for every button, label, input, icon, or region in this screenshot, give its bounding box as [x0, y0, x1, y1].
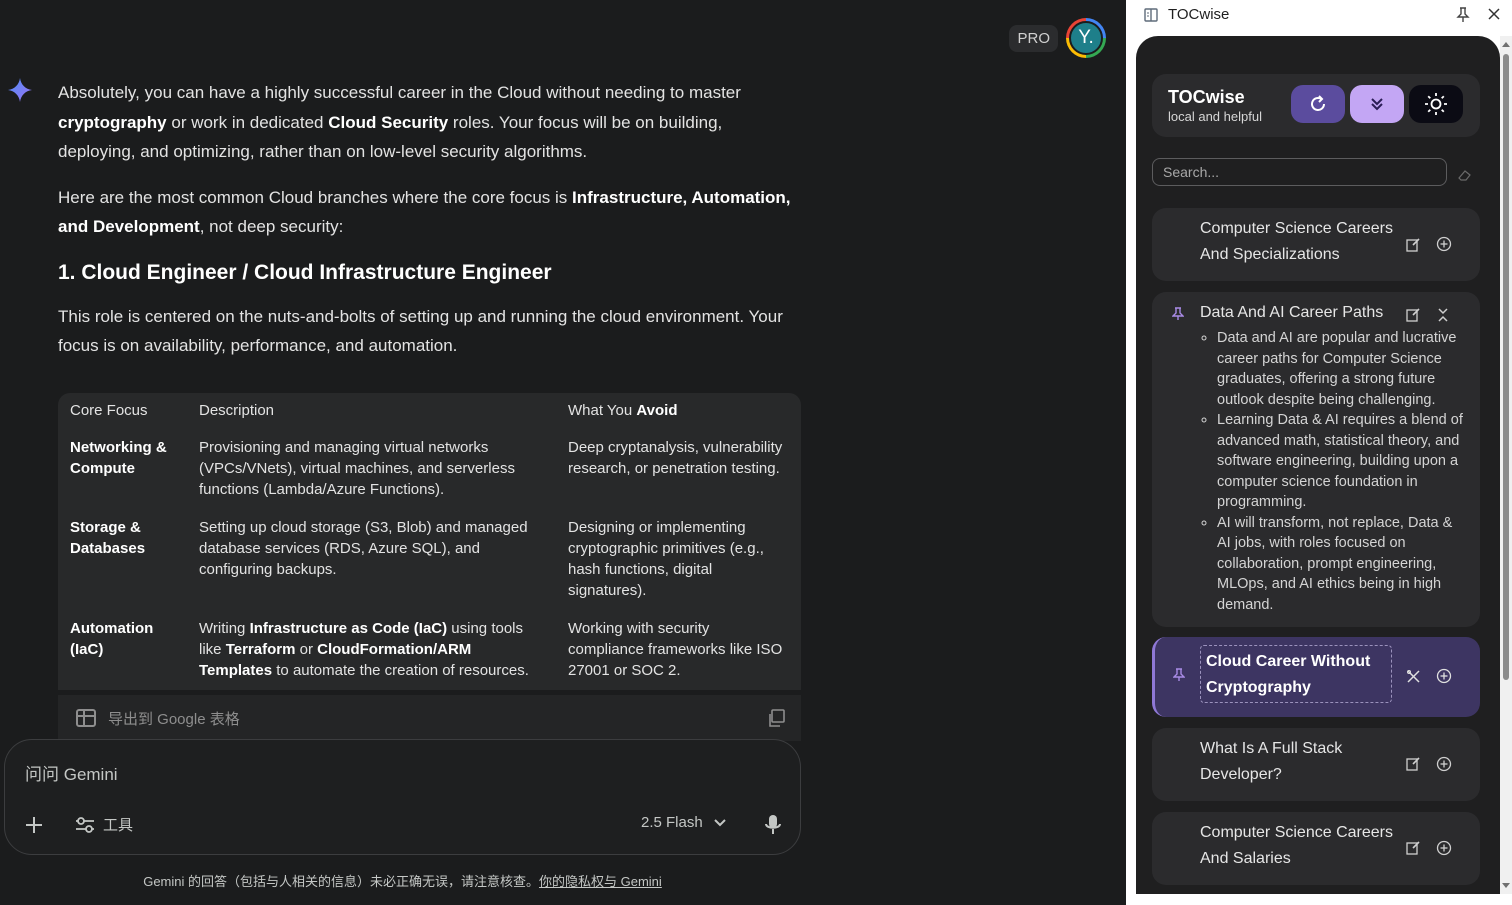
pin-icon[interactable] [1456, 7, 1470, 23]
sun-icon [1425, 93, 1447, 115]
table-cell: Designing or implementing cryptographic … [568, 519, 764, 599]
edit-icon[interactable] [1406, 307, 1421, 322]
response-paragraph: Here are the most common Cloud branches … [58, 187, 791, 237]
prompt-composer[interactable]: 问问 Gemini 工具 2.5 Flash [4, 739, 801, 855]
toc-item-expanded[interactable]: Data And AI Career Paths Data and AI are… [1152, 292, 1480, 627]
response-paragraph: This role is centered on the nuts-and-bo… [58, 306, 783, 356]
table-cell: Setting up cloud storage (S3, Blob) and … [199, 519, 528, 578]
response-heading: 1. Cloud Engineer / Cloud Infrastructure… [58, 260, 552, 284]
toc-item[interactable]: Computer Science Careers And Salaries [1152, 812, 1480, 885]
panel-window-title: TOCwise [1168, 6, 1230, 23]
theme-toggle-button[interactable] [1409, 85, 1463, 123]
top-right-bar: PRO Y. [1009, 18, 1106, 58]
table-header-cell: Core Focus [70, 402, 148, 419]
table-header-row: Core Focus Description What You Avoid [58, 393, 801, 428]
table-header-cell: Description [199, 402, 275, 419]
response-paragraph: Absolutely, you can have a highly succes… [58, 83, 741, 161]
table-cell: Deep cryptanalysis, vulnerability resear… [568, 439, 783, 477]
edit-icon[interactable] [1406, 756, 1421, 771]
export-label: 导出到 Google 表格 [108, 710, 240, 728]
chat-area: PRO Y. Absolutely, you can have a highly… [0, 0, 1126, 905]
toc-item-title[interactable]: Computer Science Careers And Specializat… [1200, 216, 1400, 268]
add-circle-icon[interactable] [1436, 756, 1452, 772]
collapse-icon[interactable] [1436, 307, 1450, 323]
toc-item[interactable]: What Is A Full Stack Developer? [1152, 728, 1480, 801]
toc-item-summary: Data and AI are popular and lucrative ca… [1200, 328, 1464, 615]
table-cell: Storage & Databases [70, 519, 146, 557]
model-label: 2.5 Flash [641, 814, 703, 831]
table-row: Networking & Compute Provisioning and ma… [58, 428, 801, 509]
panel-body: TOCwise local and helpful Search... Comp… [1136, 36, 1500, 894]
brand-title: TOCwise [1168, 87, 1245, 107]
sheets-table-icon [76, 709, 96, 727]
table-cell: Automation (IaC) [70, 620, 154, 658]
add-circle-icon[interactable] [1436, 236, 1452, 252]
eraser-icon[interactable] [1458, 169, 1472, 181]
pin-icon[interactable] [1172, 307, 1184, 321]
panel-title-bar: TOCwise [1126, 0, 1512, 30]
panel-scrollbar[interactable] [1500, 36, 1512, 894]
comparison-table: Core Focus Description What You Avoid Ne… [58, 393, 801, 690]
refresh-button[interactable] [1291, 85, 1345, 123]
model-selector[interactable]: 2.5 Flash [641, 814, 727, 831]
scroll-up-arrow-icon[interactable] [1502, 40, 1510, 48]
search-input[interactable]: Search... [1152, 158, 1447, 186]
scrollbar-thumb[interactable] [1503, 54, 1509, 680]
refresh-icon [1311, 95, 1325, 111]
tocwise-side-panel: TOCwise TOCwise local and helpful Search… [1126, 0, 1512, 905]
double-chevron-down-icon [1371, 98, 1383, 111]
edit-icon[interactable] [1406, 237, 1421, 252]
tools-button[interactable]: 工具 [75, 814, 133, 835]
disclaimer: Gemini 的回答（包括与人相关的信息）未必正确无误，请注意核查。你的隐私权与… [143, 874, 662, 889]
pin-icon[interactable] [1173, 668, 1185, 682]
edit-icon[interactable] [1406, 840, 1421, 855]
toc-item[interactable]: Computer Science Careers And Specializat… [1152, 208, 1480, 281]
pro-badge: PRO [1009, 24, 1058, 52]
summary-bullet: Data and AI are popular and lucrative ca… [1217, 328, 1464, 410]
summary-bullet: AI will transform, not replace, Data & A… [1217, 513, 1464, 616]
table-cell: Writing Infrastructure as Code (IaC) usi… [199, 620, 529, 679]
table-cell: Provisioning and managing virtual networ… [199, 439, 515, 498]
toc-item-title[interactable]: Computer Science Careers And Salaries [1200, 820, 1400, 872]
toc-item-active[interactable]: Cloud Career Without Cryptography [1152, 637, 1480, 717]
collapse-all-button[interactable] [1350, 85, 1404, 123]
copy-icon[interactable] [767, 709, 785, 727]
table-row: Storage & Databases Setting up cloud sto… [58, 509, 801, 610]
table-cell: Working with security compliance framewo… [568, 620, 783, 679]
toc-item-title[interactable]: Cloud Career Without Cryptography [1200, 645, 1392, 703]
model-response: Absolutely, you can have a highly succes… [58, 78, 803, 377]
table-header-cell: What You Avoid [568, 402, 678, 419]
prompt-input[interactable]: 问问 Gemini [25, 760, 118, 785]
scroll-down-arrow-icon[interactable] [1502, 882, 1510, 890]
brand-header: TOCwise local and helpful [1152, 74, 1480, 137]
close-icon[interactable] [1486, 6, 1502, 22]
brand-subtitle: local and helpful [1168, 109, 1262, 124]
privacy-link[interactable]: 你的隐私权与 Gemini [539, 874, 662, 889]
plus-icon[interactable] [23, 814, 45, 836]
toc-item-title[interactable]: Data And AI Career Paths [1200, 300, 1400, 326]
table-row: Automation (IaC) Writing Infrastructure … [58, 610, 801, 690]
avatar[interactable]: Y. [1066, 18, 1106, 58]
avatar-initial: Y. [1069, 21, 1103, 55]
mic-icon[interactable] [763, 814, 783, 836]
tools-cross-icon[interactable] [1406, 669, 1421, 684]
tools-sliders-icon [76, 816, 94, 833]
export-to-sheets-bar[interactable]: 导出到 Google 表格 [58, 695, 801, 741]
summary-bullet: Learning Data & AI requires a blend of a… [1217, 410, 1464, 513]
tools-label: 工具 [103, 817, 134, 834]
table-cell: Networking & Compute [70, 439, 167, 477]
toc-item-title[interactable]: What Is A Full Stack Developer? [1200, 736, 1400, 788]
book-icon [1144, 8, 1158, 22]
chevron-down-icon [713, 818, 726, 826]
add-circle-icon[interactable] [1436, 840, 1452, 856]
gemini-spark-icon [8, 78, 32, 102]
add-circle-icon[interactable] [1436, 668, 1452, 684]
